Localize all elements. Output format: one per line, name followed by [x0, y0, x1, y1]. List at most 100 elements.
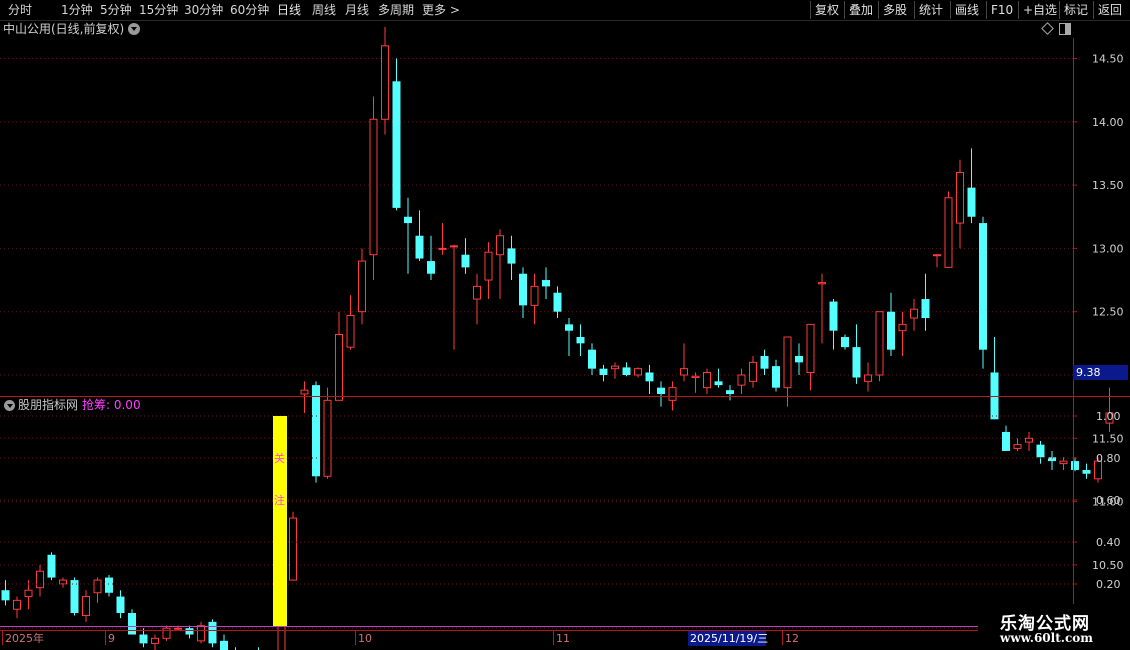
candle-body-up: [24, 589, 33, 598]
candle-body-down: [1082, 469, 1091, 474]
indicator-axis-label: 0.80: [1096, 452, 1121, 465]
candle-body-up: [496, 235, 504, 256]
indicator-value: 抢筹: 0.00: [82, 398, 141, 412]
candle-body-up: [530, 285, 539, 306]
candle-body-down: [829, 301, 838, 331]
candle-body-down: [565, 324, 573, 331]
chart-title-dropdown-icon[interactable]: [128, 23, 140, 35]
candle-body-up: [36, 570, 44, 589]
candle-body-down: [461, 254, 470, 268]
candle-body-up: [944, 197, 953, 268]
candlestick-series: [1, 26, 1114, 650]
price-axis-label: 13.50: [1092, 179, 1124, 192]
candle-body-up: [1013, 444, 1022, 449]
candle-body-down: [220, 640, 228, 650]
candle-body-up: [335, 333, 343, 401]
date-label: 10: [358, 632, 372, 645]
indicator-name[interactable]: 股朋指标网: [18, 397, 78, 413]
candle-body-up: [875, 311, 884, 376]
candle-body-down: [645, 372, 654, 382]
candle-body-down: [714, 381, 723, 386]
date-label: 12: [785, 632, 799, 645]
candle-body-down: [979, 223, 987, 350]
candle-body-down: [415, 235, 424, 259]
candle-body-up: [369, 118, 378, 256]
current-price-box: 9.38: [1073, 365, 1128, 380]
candle-body-up: [13, 599, 21, 610]
candle-body-down: [921, 299, 930, 319]
candle-body-down: [427, 261, 435, 274]
date-label: 2025年: [5, 631, 44, 645]
candle-body-up: [634, 368, 642, 376]
candle-body-down: [760, 356, 769, 369]
candle-body-up: [910, 308, 918, 319]
candle-body-up: [898, 323, 907, 332]
candle-body-up: [197, 625, 205, 642]
candle-body-up: [82, 596, 90, 617]
candle-body-down: [1002, 431, 1010, 451]
candle-body-down: [726, 390, 734, 394]
price-axis-label: 10.50: [1092, 559, 1124, 572]
candle-body-up: [691, 375, 700, 379]
candle-body-up: [381, 45, 389, 120]
panel-toggle-icon[interactable]: [1059, 23, 1071, 35]
watermark-logo: 乐淘公式网 www.60lt.com: [980, 604, 1130, 650]
candle-body-up: [749, 361, 757, 382]
kline-chart[interactable]: 14.5014.0013.5013.0012.5012.0011.5011.00…: [0, 0, 1130, 650]
candle-body-down: [47, 554, 56, 578]
candle-body-down: [312, 385, 320, 477]
candle-body-up: [162, 627, 171, 639]
candle-body-down: [576, 337, 585, 344]
indicator-bar-label: 关: [274, 451, 285, 465]
candle-body-up: [59, 579, 67, 585]
indicator-bar-label: 注: [274, 493, 285, 507]
candle-body-down: [1071, 461, 1079, 470]
candle-body-down: [599, 368, 608, 375]
candle-body-down: [116, 596, 125, 614]
candle-body-up: [668, 387, 677, 401]
candle-body-up: [956, 171, 964, 224]
candle-body-up: [1059, 460, 1068, 465]
candle-body-up: [323, 399, 332, 477]
candle-body-up: [174, 627, 182, 630]
candle-body-up: [289, 517, 297, 581]
candle-body-up: [703, 371, 711, 389]
candle-body-down: [128, 613, 136, 635]
price-grid: [0, 58, 1073, 629]
indicator-panel: 1.00 0.80 0.60 0.40 0.20 关注: [0, 410, 1121, 626]
candle-body-up: [818, 282, 826, 285]
candle-body-down: [185, 628, 194, 635]
candle-body-up: [438, 247, 447, 250]
price-axis-label: 14.00: [1092, 116, 1124, 129]
axes: 14.5014.0013.5013.0012.5012.0011.5011.00…: [0, 38, 1130, 646]
candle-body-down: [622, 367, 631, 375]
candle-body-up: [611, 365, 619, 370]
candle-body-down: [404, 216, 412, 224]
candle-body-up: [346, 314, 355, 348]
candle-body-up: [806, 323, 815, 373]
candle-body-down: [967, 187, 976, 217]
candle-body-up: [680, 368, 688, 376]
candle-body-down: [795, 356, 803, 363]
price-axis-label: 11.50: [1092, 432, 1124, 445]
date-cursor-label: 2025/11/19/三: [690, 632, 768, 645]
candle-body-down: [588, 349, 596, 369]
indicator-axis-label: 0.40: [1096, 536, 1121, 549]
candle-body-down: [841, 337, 849, 348]
price-axis-label: 14.50: [1092, 53, 1124, 66]
date-label: 11: [556, 632, 570, 645]
candle-body-down: [105, 577, 113, 593]
candle-body-up: [737, 374, 746, 386]
candle-body-down: [519, 273, 527, 306]
candle-body-down: [392, 81, 401, 208]
candle-body-down: [507, 248, 516, 264]
candle-body-down: [1, 590, 10, 601]
indicator-dropdown-icon[interactable]: [4, 400, 15, 411]
candle-body-up: [93, 579, 102, 594]
candle-body-down: [1036, 444, 1045, 458]
candle-body-up: [450, 245, 458, 248]
indicator-axis-label: 0.20: [1096, 578, 1121, 591]
candle-body-down: [208, 621, 217, 644]
date-label: 9: [108, 632, 115, 645]
price-axis-label: 12.50: [1092, 306, 1124, 319]
